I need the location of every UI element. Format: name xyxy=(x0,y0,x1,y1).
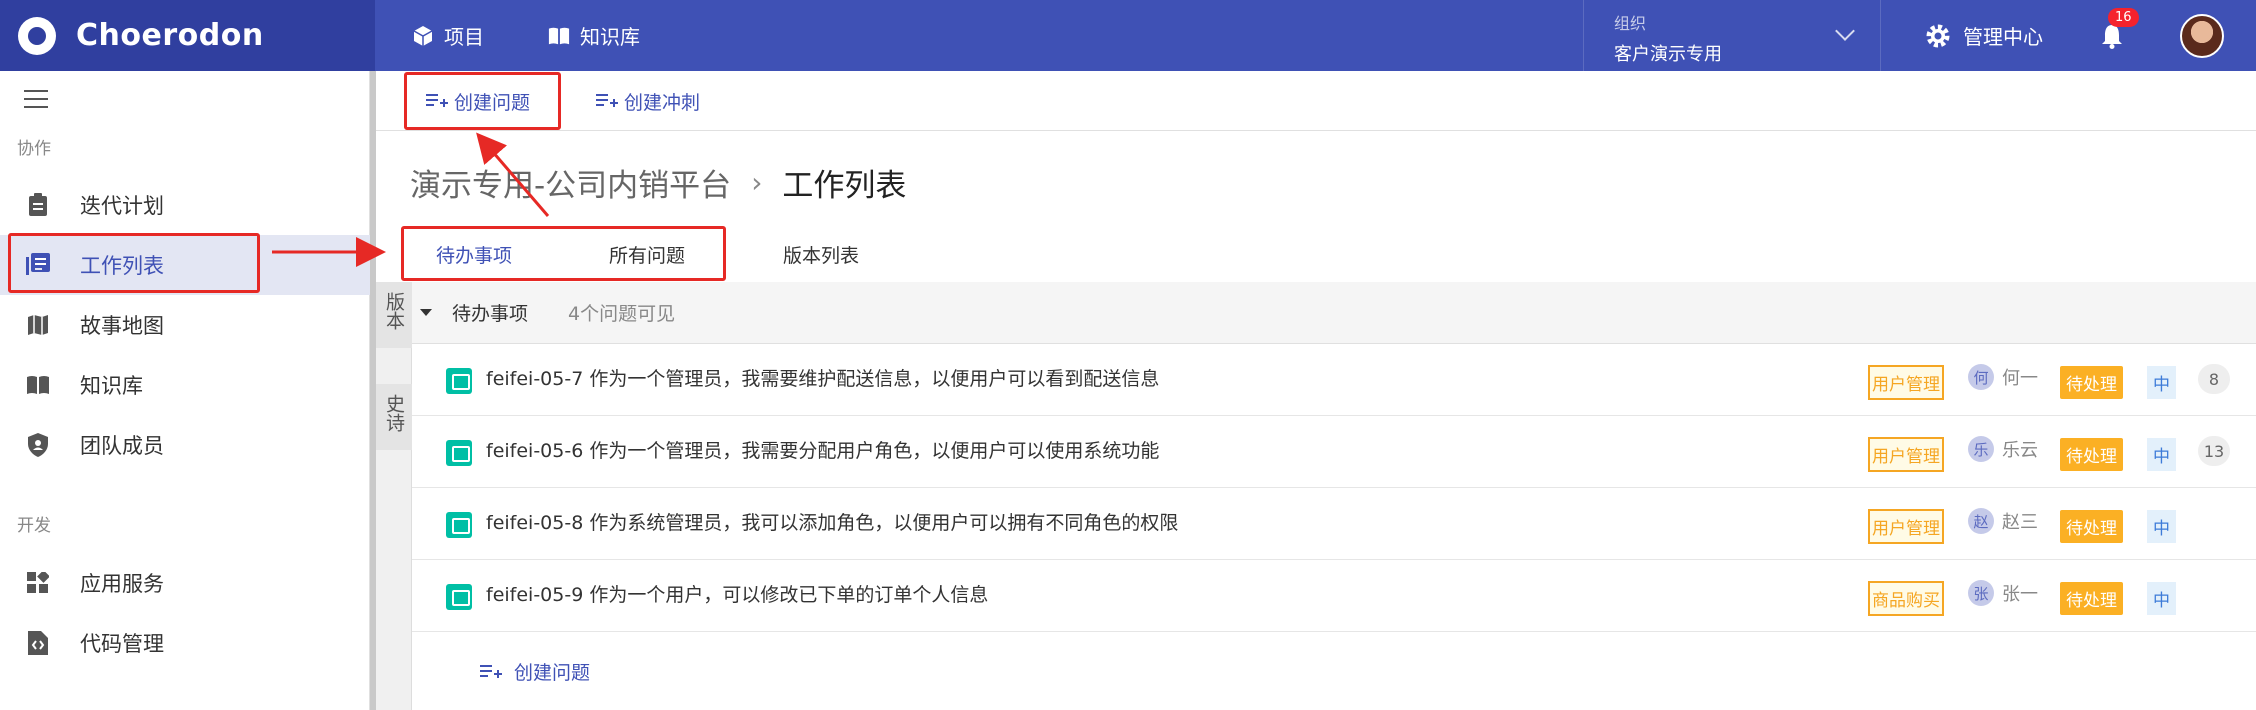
annotation-arrows xyxy=(272,132,550,267)
annotation-arrow xyxy=(476,132,550,217)
